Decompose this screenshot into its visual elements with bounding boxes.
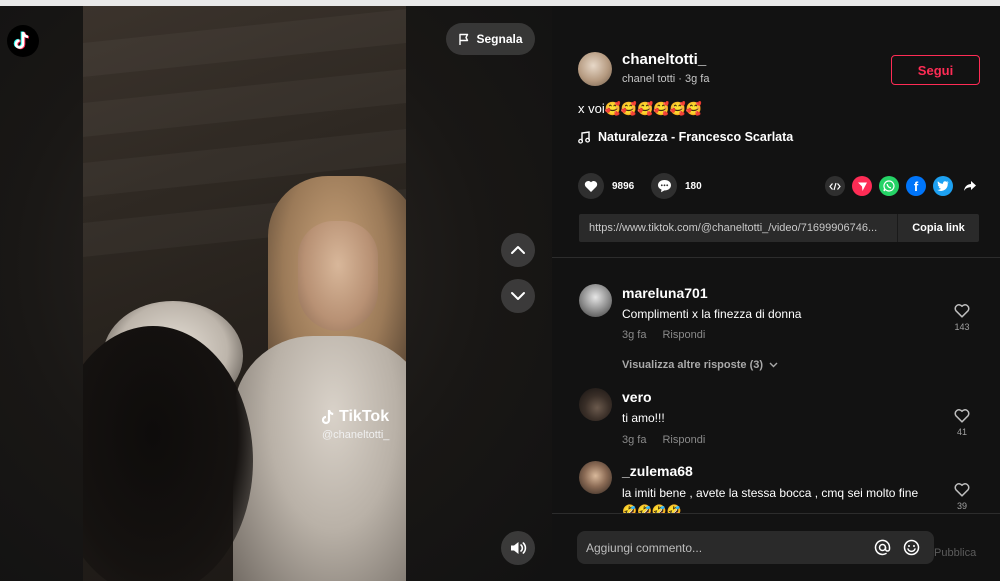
author-username[interactable]: chaneltotti_	[622, 51, 706, 68]
view-replies-label: Visualizza altre risposte (3)	[622, 359, 764, 371]
comment-time: 3g fa	[622, 329, 647, 341]
next-video-button[interactable]	[501, 279, 535, 313]
share-row: f	[825, 176, 980, 196]
watermark-brand: TikTok	[339, 408, 390, 425]
comment-input-bar: Pubblica	[552, 513, 1000, 581]
comment-bubble-icon	[657, 180, 671, 193]
video-caption: x voi🥰🥰🥰🥰🥰🥰	[578, 101, 702, 116]
comment-like[interactable]: 39	[952, 483, 972, 511]
video-area: Segnala TikTok @chaneltotti_	[0, 6, 552, 581]
comment-username[interactable]: _zulema68	[622, 463, 693, 479]
twitter-icon[interactable]	[933, 176, 953, 196]
details-panel: chaneltotti_ chanel totti · 3g fa Segui …	[552, 6, 1000, 581]
comment-avatar[interactable]	[579, 461, 612, 494]
emoji-icon[interactable]	[903, 539, 920, 556]
share-link-url[interactable]: https://www.tiktok.com/@chaneltotti_/vid…	[579, 222, 897, 234]
author-avatar[interactable]	[578, 52, 612, 86]
report-label: Segnala	[476, 32, 523, 46]
comment-avatar[interactable]	[579, 388, 612, 421]
tiktok-logo-icon[interactable]	[7, 25, 39, 57]
chevron-up-icon	[511, 246, 525, 254]
mention-icon[interactable]	[874, 539, 891, 556]
music-link[interactable]: Naturalezza - Francesco Scarlata	[578, 130, 793, 144]
facebook-icon[interactable]: f	[906, 176, 926, 196]
chevron-down-icon	[511, 292, 525, 300]
chevron-down-icon	[769, 362, 778, 368]
tiktok-note-icon	[322, 409, 334, 424]
comment-username[interactable]: vero	[622, 389, 652, 405]
reply-button[interactable]: Rispondi	[662, 329, 705, 341]
comment-username[interactable]: mareluna701	[622, 285, 708, 301]
heart-icon	[584, 180, 598, 192]
embed-icon[interactable]	[825, 176, 845, 196]
heart-outline-icon	[954, 409, 970, 423]
comment-like[interactable]: 41	[952, 409, 972, 437]
reply-button[interactable]: Rispondi	[662, 434, 705, 446]
comment-like-count: 39	[956, 501, 967, 511]
comment-text: la imiti bene , avete la stessa bocca , …	[622, 486, 919, 513]
publish-button[interactable]: Pubblica	[934, 547, 976, 559]
tiktok-watermark: TikTok @chaneltotti_	[322, 408, 389, 441]
whatsapp-icon[interactable]	[879, 176, 899, 196]
copy-link-button[interactable]: Copia link	[897, 214, 979, 242]
comment-avatar[interactable]	[579, 284, 612, 317]
music-title: Naturalezza - Francesco Scarlata	[598, 130, 794, 144]
author-subtitle: chanel totti · 3g fa	[622, 73, 710, 85]
like-stat[interactable]: 9896	[578, 173, 634, 199]
share-arrow-icon[interactable]	[960, 176, 980, 196]
comment-input[interactable]	[577, 540, 874, 555]
comment-text: Complimenti x la finezza di donna	[622, 307, 802, 321]
share-link-box: https://www.tiktok.com/@chaneltotti_/vid…	[579, 214, 979, 242]
comment-stat[interactable]: 180	[651, 173, 702, 199]
video-player[interactable]	[83, 6, 406, 581]
comment-list[interactable]: mareluna701 Complimenti x la finezza di …	[552, 258, 1000, 513]
volume-button[interactable]	[501, 531, 535, 565]
comment-like-count: 143	[954, 322, 970, 332]
previous-video-button[interactable]	[501, 233, 535, 267]
volume-icon	[511, 542, 527, 554]
flag-icon	[459, 33, 469, 45]
view-replies-button[interactable]: Visualizza altre risposte (3)	[622, 359, 778, 371]
comment-count: 180	[685, 180, 702, 192]
watermark-username: @chaneltotti_	[322, 429, 390, 441]
comment-input-box	[577, 531, 934, 564]
follow-button[interactable]: Segui	[891, 55, 980, 85]
like-count: 9896	[612, 180, 635, 192]
heart-outline-icon	[954, 483, 970, 497]
music-note-icon	[578, 130, 590, 144]
report-button[interactable]: Segnala	[446, 23, 535, 55]
comment-like-count: 41	[956, 427, 967, 437]
comment-time: 3g fa	[622, 434, 647, 446]
comment-meta: 3g fa Rispondi	[622, 329, 705, 341]
comment-like[interactable]: 143	[952, 304, 972, 332]
comment-text: ti amo!!!	[622, 411, 665, 425]
heart-outline-icon	[954, 304, 970, 318]
send-to-friends-icon[interactable]	[852, 176, 872, 196]
comment-meta: 3g fa Rispondi	[622, 434, 705, 446]
